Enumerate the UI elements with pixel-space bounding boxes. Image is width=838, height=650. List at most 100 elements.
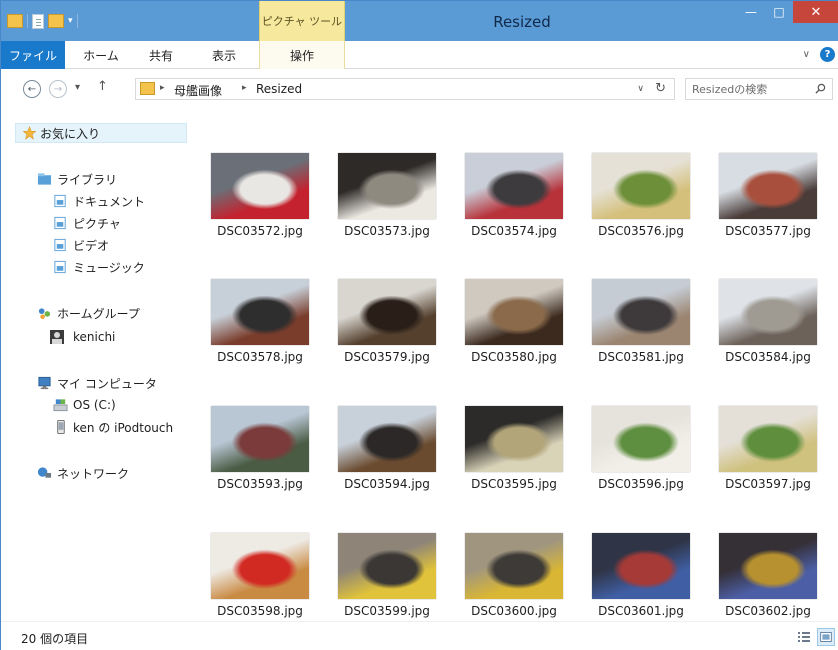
toolbar-divider — [27, 14, 28, 28]
sidebar-item-label: ライブラリ — [57, 172, 118, 187]
recent-locations-icon[interactable]: ▾ — [75, 82, 80, 93]
sidebar-item-user[interactable]: kenichi — [15, 327, 187, 347]
file-name: DSC03572.jpg — [217, 224, 303, 238]
search-icon[interactable] — [815, 83, 826, 94]
file-name: DSC03577.jpg — [725, 224, 811, 238]
image-thumbnail — [592, 153, 690, 219]
file-item[interactable]: DSC03577.jpg — [705, 153, 825, 263]
file-name: DSC03594.jpg — [344, 477, 430, 491]
new-folder-icon[interactable] — [48, 14, 64, 28]
tab-share[interactable]: 共有 — [141, 41, 181, 69]
file-name: DSC03593.jpg — [217, 477, 303, 491]
file-item[interactable]: DSC03593.jpg — [197, 406, 317, 516]
help-icon[interactable]: ? — [820, 47, 835, 62]
sidebar-item-label: ドキュメント — [73, 194, 146, 209]
computer-icon — [38, 376, 51, 390]
file-item[interactable]: DSC03597.jpg — [705, 406, 825, 516]
file-name: DSC03578.jpg — [217, 350, 303, 364]
homegroup-icon — [38, 308, 51, 320]
breadcrumb-item[interactable]: 母艦画像 — [174, 82, 222, 99]
network-icon — [37, 467, 52, 478]
image-thumbnail — [211, 533, 309, 599]
sidebar-item-documents[interactable]: ドキュメント — [15, 191, 187, 211]
tab-file[interactable]: ファイル — [1, 41, 65, 69]
sidebar-item-label: ホームグループ — [57, 306, 140, 321]
picture-tools-label: ピクチャ ツール — [261, 15, 343, 28]
sidebar-item-computer[interactable]: マイ コンピュータ — [15, 373, 187, 393]
file-item[interactable]: DSC03573.jpg — [324, 153, 444, 263]
expand-ribbon-icon[interactable]: ∨ — [803, 49, 810, 60]
file-item[interactable]: DSC03574.jpg — [451, 153, 571, 263]
sidebar-item-videos[interactable]: ビデオ — [15, 235, 187, 255]
image-thumbnail — [465, 533, 563, 599]
file-item[interactable]: DSC03596.jpg — [578, 406, 698, 516]
properties-icon[interactable] — [32, 13, 44, 29]
up-arrow-icon[interactable]: ↑ — [97, 79, 108, 94]
music-icon — [54, 260, 66, 274]
sidebar-item-favorites[interactable]: お気に入り — [15, 123, 187, 143]
address-bar[interactable]: ▸ 母艦画像 ▸ Resized ∨ ↻ — [135, 78, 675, 100]
file-name: DSC03580.jpg — [471, 350, 557, 364]
search-input[interactable] — [692, 81, 802, 97]
file-item[interactable]: DSC03579.jpg — [324, 279, 444, 389]
breadcrumb-separator[interactable]: ▸ — [242, 83, 247, 93]
forward-button[interactable]: → — [49, 80, 67, 98]
details-view-icon[interactable] — [795, 628, 813, 646]
image-thumbnail — [719, 406, 817, 472]
image-thumbnail — [592, 279, 690, 345]
breadcrumb-separator[interactable]: ▸ — [160, 83, 165, 93]
sidebar-item-drive-c[interactable]: OS (C:) — [15, 395, 187, 415]
explorer-window: ▾ ピクチャ ツール Resized — □ ✕ ファイル ホーム 共有 表示 … — [0, 0, 838, 650]
window-controls: — □ ✕ — [737, 1, 838, 29]
file-item[interactable]: DSC03580.jpg — [451, 279, 571, 389]
image-thumbnail — [211, 406, 309, 472]
library-icon — [37, 173, 52, 185]
title-bar[interactable]: ▾ ピクチャ ツール Resized — □ ✕ — [1, 1, 838, 41]
minimize-button[interactable]: — — [737, 1, 765, 23]
tab-home[interactable]: ホーム — [75, 41, 127, 69]
file-list: DSC03572.jpg DSC03573.jpg DSC03574.jpg DSC0… — [189, 109, 838, 621]
file-item[interactable]: DSC03581.jpg — [578, 279, 698, 389]
back-button[interactable]: ← — [23, 80, 41, 98]
quick-access-toolbar: ▾ — [7, 11, 78, 31]
file-name: DSC03573.jpg — [344, 224, 430, 238]
maximize-button[interactable]: □ — [765, 1, 793, 23]
image-thumbnail — [211, 279, 309, 345]
refresh-icon[interactable]: ↻ — [655, 81, 666, 96]
sidebar-item-music[interactable]: ミュージック — [15, 257, 187, 277]
search-box[interactable] — [685, 78, 833, 100]
file-item[interactable]: DSC03572.jpg — [197, 153, 317, 263]
sidebar-item-homegroup[interactable]: ホームグループ — [15, 303, 187, 323]
image-thumbnail — [719, 153, 817, 219]
image-thumbnail — [719, 533, 817, 599]
sidebar-item-library[interactable]: ライブラリ — [15, 169, 187, 189]
file-name: DSC03579.jpg — [344, 350, 430, 364]
close-button[interactable]: ✕ — [793, 1, 838, 23]
file-item[interactable]: DSC03594.jpg — [324, 406, 444, 516]
navigation-pane: お気に入り ライブラリ ドキュメント ピクチャ ビデオ ミュージック ホームグル… — [1, 109, 189, 621]
picture-tools-tab: ピクチャ ツール — [259, 1, 345, 41]
user-avatar-icon — [50, 330, 64, 344]
window-title: Resized — [493, 13, 551, 31]
sidebar-item-ipod[interactable]: ken の iPodtouch — [15, 417, 187, 437]
file-item[interactable]: DSC03578.jpg — [197, 279, 317, 389]
sidebar-item-label: マイ コンピュータ — [57, 376, 157, 391]
file-item[interactable]: DSC03576.jpg — [578, 153, 698, 263]
sidebar-item-label: お気に入り — [40, 126, 101, 141]
customize-toolbar-icon[interactable]: ▾ — [68, 16, 73, 26]
file-item[interactable]: DSC03584.jpg — [705, 279, 825, 389]
file-name: DSC03597.jpg — [725, 477, 811, 491]
address-dropdown-icon[interactable]: ∨ — [637, 84, 644, 94]
image-thumbnail — [338, 533, 436, 599]
file-item[interactable]: DSC03595.jpg — [451, 406, 571, 516]
tab-manage[interactable]: 操作 — [259, 41, 345, 69]
file-name: DSC03599.jpg — [344, 604, 430, 618]
image-thumbnail — [465, 153, 563, 219]
large-icons-view-icon[interactable] — [817, 628, 835, 646]
breadcrumb-item[interactable]: Resized — [256, 82, 302, 96]
sidebar-item-network[interactable]: ネットワーク — [15, 463, 187, 483]
sidebar-item-pictures[interactable]: ピクチャ — [15, 213, 187, 233]
image-thumbnail — [338, 279, 436, 345]
tab-view[interactable]: 表示 — [199, 41, 249, 69]
folder-icon[interactable] — [7, 14, 23, 28]
